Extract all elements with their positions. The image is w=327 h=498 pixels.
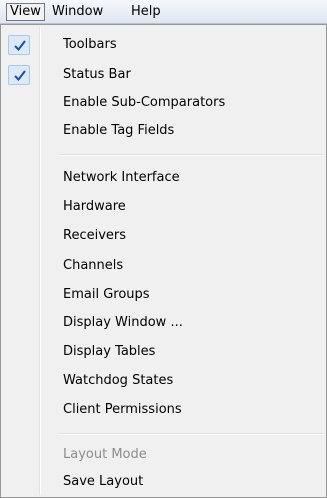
menu-item-watchdog-states[interactable]: Watchdog States <box>3 370 324 392</box>
menu-item-channels[interactable]: Channels <box>3 255 324 277</box>
menu-item-save-layout[interactable]: Save Layout <box>3 471 324 493</box>
menu-item-status-bar[interactable]: Status Bar <box>3 64 324 86</box>
menu-item-display-tables[interactable]: Display Tables <box>3 341 324 363</box>
check-icon <box>8 35 30 55</box>
menu-item-label: Status Bar <box>63 67 131 82</box>
menu-item-email-groups[interactable]: Email Groups <box>3 284 324 306</box>
menu-separator <box>59 154 324 156</box>
menu-item-layout-mode: Layout Mode <box>3 444 324 466</box>
menu-item-label: Client Permissions <box>63 402 182 417</box>
menu-window[interactable]: Window <box>50 4 105 20</box>
menu-item-label: Save Layout <box>63 474 144 489</box>
menu-item-label: Toolbars <box>63 37 117 52</box>
menu-view[interactable]: View <box>6 3 45 21</box>
menu-item-label: Display Window ... <box>63 315 183 330</box>
menu-item-label: Network Interface <box>63 170 180 185</box>
menu-item-toolbars[interactable]: Toolbars <box>3 34 324 56</box>
menu-item-label: Display Tables <box>63 344 156 359</box>
menu-help[interactable]: Help <box>129 4 163 20</box>
view-dropdown-menu: Toolbars Status Bar Enable Sub-Comparato… <box>0 24 327 498</box>
menu-item-receivers[interactable]: Receivers <box>3 225 324 247</box>
check-icon <box>8 65 30 85</box>
menu-item-label: Email Groups <box>63 287 150 302</box>
menu-item-label: Enable Tag Fields <box>63 123 175 138</box>
menu-item-label: Channels <box>63 258 124 273</box>
menu-separator <box>59 433 324 435</box>
menu-item-label: Hardware <box>63 199 126 214</box>
menu-item-enable-sub-comparators[interactable]: Enable Sub-Comparators <box>3 92 324 114</box>
menu-item-enable-tag-fields[interactable]: Enable Tag Fields <box>3 120 324 142</box>
menu-item-label: Layout Mode <box>63 447 147 462</box>
menu-item-network-interface[interactable]: Network Interface <box>3 167 324 189</box>
menu-item-display-window[interactable]: Display Window ... <box>3 312 324 334</box>
menu-bar: View Window Help <box>0 0 327 24</box>
menu-item-label: Enable Sub-Comparators <box>63 95 226 110</box>
menu-item-label: Watchdog States <box>63 373 174 388</box>
menu-item-client-permissions[interactable]: Client Permissions <box>3 399 324 421</box>
menu-item-label: Receivers <box>63 228 127 243</box>
menu-item-hardware[interactable]: Hardware <box>3 196 324 218</box>
